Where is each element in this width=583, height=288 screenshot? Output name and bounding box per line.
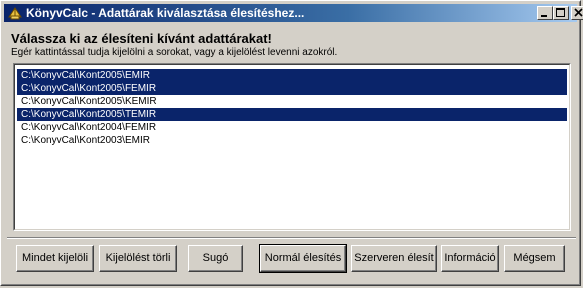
button-label: Mégsem (513, 252, 556, 264)
clear-selection-button[interactable]: Kijelölést törli (99, 245, 177, 272)
maximize-icon (556, 8, 565, 17)
button-label: Normál élesítés (264, 252, 342, 264)
select-all-button[interactable]: Mindet kijelöli (16, 245, 94, 272)
list-item-label: C:\KonyvCal\Kont2005\EMIR (21, 70, 150, 81)
button-label: Információ (444, 252, 496, 264)
divider (7, 237, 576, 239)
close-button[interactable] (571, 6, 583, 20)
list-item-label: C:\KonyvCal\Kont2005\KEMIR (21, 96, 157, 107)
normal-activate-button[interactable]: Normál élesítés (259, 244, 347, 273)
dialog-window: KönyvCalc - Adattárak kiválasztása élesí… (0, 0, 583, 286)
listbox-content: C:\KonyvCal\Kont2005\EMIR C:\KonyvCal\Ko… (14, 64, 570, 230)
window-title: KönyvCalc - Adattárak kiválasztása élesí… (26, 6, 305, 20)
list-item-label: C:\KonyvCal\Kont2005\TEMIR (21, 109, 157, 120)
server-activate-button[interactable]: Szerveren élesít (351, 245, 437, 272)
info-button[interactable]: Információ (441, 245, 499, 272)
minimize-button[interactable] (537, 6, 553, 20)
list-item-label: C:\KonyvCal\Kont2005\FEMIR (21, 83, 157, 94)
konyvcalc-app-icon[interactable] (7, 5, 23, 21)
instruction-text: Egér kattintással tudja kijelölni a soro… (11, 47, 338, 58)
page-title: Válassza ki az élesíteni kívánt adattára… (11, 31, 272, 46)
list-item-label: C:\KonyvCal\Kont2004\FEMIR (21, 122, 157, 133)
close-icon (574, 8, 583, 17)
button-label: Sugó (202, 252, 229, 264)
list-item[interactable]: C:\KonyvCal\Kont2004\FEMIR (17, 121, 567, 134)
datastore-listbox[interactable]: C:\KonyvCal\Kont2005\EMIR C:\KonyvCal\Ko… (13, 63, 571, 231)
list-item[interactable]: C:\KonyvCal\Kont2005\KEMIR (17, 95, 567, 108)
button-label: Szerveren élesít (354, 252, 434, 264)
list-item[interactable]: C:\KonyvCal\Kont2005\EMIR (17, 69, 567, 82)
list-item[interactable]: C:\KonyvCal\Kont2005\FEMIR (17, 82, 567, 95)
title-bar[interactable]: KönyvCalc - Adattárak kiválasztása élesí… (4, 4, 583, 22)
help-button[interactable]: Sugó (188, 245, 243, 272)
list-item-label: C:\KonyvCal\Kont2003\EMIR (21, 135, 150, 146)
list-item[interactable]: C:\KonyvCal\Kont2003\EMIR (17, 134, 567, 147)
button-label: Kijelölést törli (105, 252, 171, 264)
list-item[interactable]: C:\KonyvCal\Kont2005\TEMIR (17, 108, 567, 121)
button-label: Mindet kijelöli (21, 252, 89, 264)
minimize-icon (541, 15, 547, 17)
maximize-button[interactable] (553, 6, 569, 20)
cancel-button[interactable]: Mégsem (504, 245, 565, 272)
